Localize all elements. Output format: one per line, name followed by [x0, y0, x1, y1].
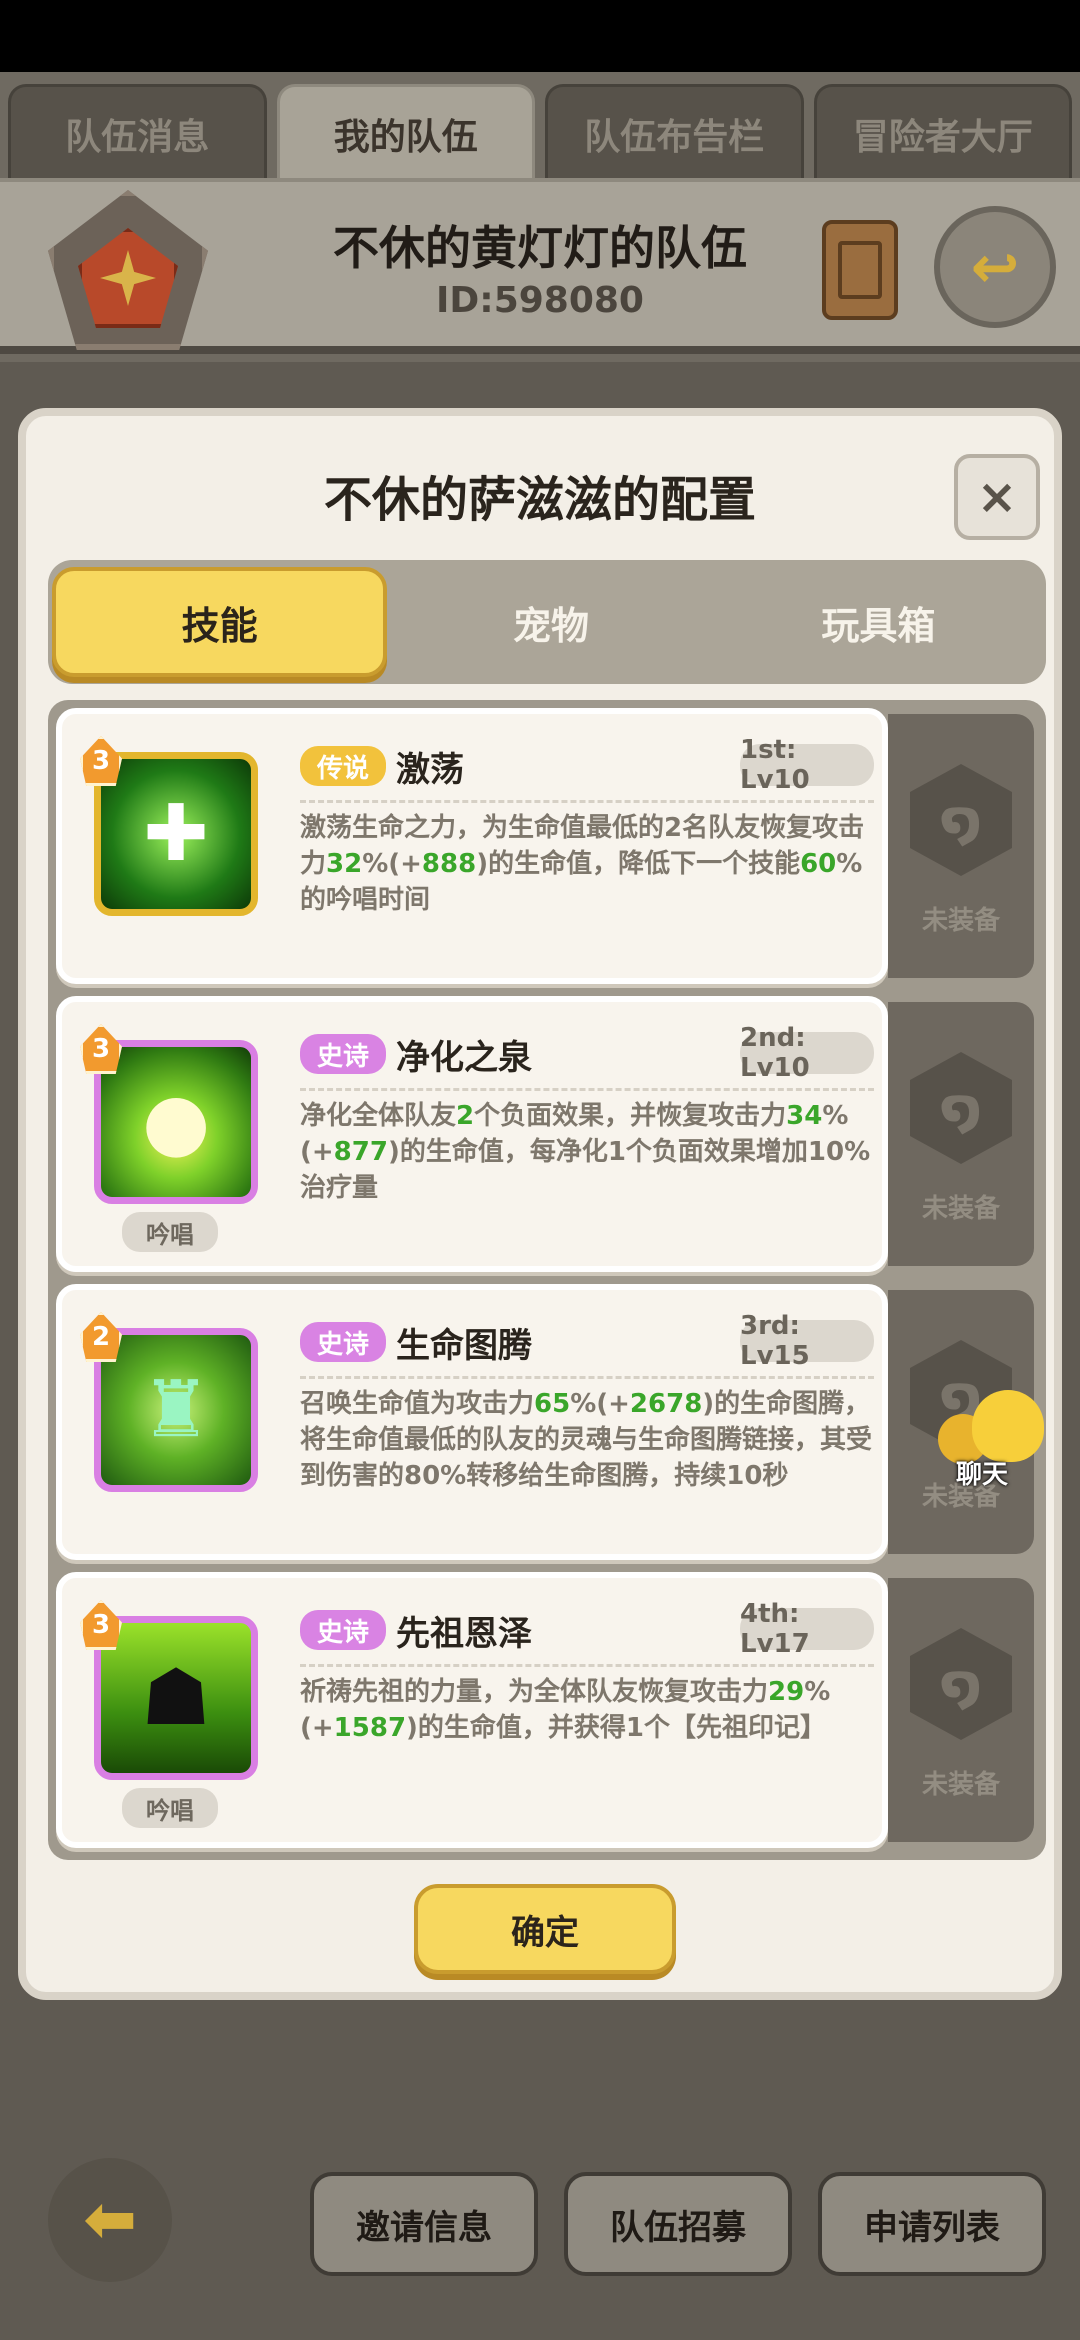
skill-row[interactable]: ☗ 3 吟唱 史诗 先祖恩泽 4th: Lv17 祈祷先祖的力量，为全体队友恢复… [56, 1572, 1038, 1848]
skill-card[interactable]: ♜ 2 史诗 生命图腾 3rd: Lv15 召唤生命值为攻击力65%(+2678… [56, 1284, 888, 1560]
skill-description: 祈祷先祖的力量，为全体队友恢复攻击力29%(+1587)的生命值，并获得1个【先… [300, 1674, 880, 1746]
description-text: %(+ [362, 849, 422, 879]
divider [300, 1376, 874, 1379]
team-id: ID:598080 [436, 280, 644, 321]
chat-button[interactable]: 聊天 [938, 1390, 1058, 1490]
equip-slot[interactable]: ໑ 未装备 [888, 714, 1034, 978]
rarity-tag: 传说 [300, 746, 386, 786]
exit-team-button[interactable]: ↩ [934, 206, 1056, 328]
skill-name: 先祖恩泽 [396, 1614, 532, 1654]
divider [300, 800, 874, 803]
equip-slot[interactable]: ໑ 未装备 [888, 1002, 1034, 1266]
close-button[interactable]: × [954, 454, 1040, 540]
status-bar [0, 0, 1080, 72]
slot-label: 未装备 [921, 906, 1000, 936]
skill-card[interactable]: ● 3 吟唱 史诗 净化之泉 2nd: Lv10 净化全体队友2个负面效果，并恢… [56, 996, 888, 1272]
config-tab-bar: 技能 宠物 玩具箱 [48, 560, 1046, 684]
skill-card[interactable]: ☗ 3 吟唱 史诗 先祖恩泽 4th: Lv17 祈祷先祖的力量，为全体队友恢复… [56, 1572, 888, 1848]
highlight-value: 32 [326, 849, 363, 879]
rarity-tag: 史诗 [300, 1034, 386, 1074]
skill-rank: 2nd: Lv10 [740, 1023, 874, 1083]
highlight-value: 65 [534, 1389, 571, 1419]
totem-icon: ♜ [94, 1328, 258, 1492]
skill-level-badge: 3 [80, 1024, 122, 1074]
droplet-icon: ● [141, 1077, 211, 1167]
description-text: 个负面效果，并恢复攻击力 [474, 1101, 787, 1131]
modal-title: 不休的萨滋滋的配置 [323, 472, 756, 528]
skill-name: 净化之泉 [396, 1038, 532, 1078]
highlight-value: 60 [800, 849, 837, 879]
skill-name: 生命图腾 [396, 1326, 532, 1366]
description-text: %(+ [570, 1389, 630, 1419]
team-name: 不休的黄灯灯的队伍 [333, 221, 747, 275]
tab-team-board[interactable]: 队伍布告栏 [545, 84, 804, 180]
slot-label: 未装备 [921, 1194, 1000, 1224]
skill-description: 召唤生命值为攻击力65%(+2678)的生命图腾，将生命值最低的队友的灵魂与生命… [300, 1386, 880, 1494]
skill-level-badge: 3 [80, 736, 122, 786]
highlight-value: 29 [768, 1677, 805, 1707]
divider [300, 1664, 874, 1667]
highlight-value: 877 [333, 1137, 388, 1167]
chant-tag: 吟唱 [122, 1212, 218, 1252]
spirit-figure-icon: ☗ [141, 1653, 211, 1743]
skill-description: 激荡生命之力，为生命值最低的2名队友恢复攻击力32%(+888)的生命值，降低下… [300, 810, 880, 918]
chat-label: 聊天 [956, 1460, 1009, 1490]
skill-description: 净化全体队友2个负面效果，并恢复攻击力34%(+877)的生命值，每净化1个负面… [300, 1098, 880, 1206]
description-text: 召唤生命值为攻击力 [300, 1389, 535, 1419]
skill-row[interactable]: ♜ 2 史诗 生命图腾 3rd: Lv15 召唤生命值为攻击力65%(+2678… [56, 1284, 1038, 1560]
empty-slot-icon: ໑ [910, 1628, 1012, 1740]
tab-pets[interactable]: 宠物 [387, 567, 714, 677]
rarity-tag: 史诗 [300, 1322, 386, 1362]
skill-row[interactable]: ✚ 3 传说 激荡 1st: Lv10 激荡生命之力，为生命值最低的2名队友恢复… [56, 708, 1038, 984]
skill-row[interactable]: ● 3 吟唱 史诗 净化之泉 2nd: Lv10 净化全体队友2个负面效果，并恢… [56, 996, 1038, 1272]
description-text: 净化全体队友 [300, 1101, 457, 1131]
highlight-value: 888 [421, 849, 477, 879]
highlight-value: 1587 [333, 1713, 407, 1743]
empty-slot-icon: ໑ [910, 1052, 1012, 1164]
highlight-value: 2 [456, 1101, 475, 1131]
top-tab-bar: 队伍消息 我的队伍 队伍布告栏 冒险者大厅 [8, 84, 1072, 180]
confirm-button[interactable]: 确定 [414, 1884, 676, 1974]
tab-toybox[interactable]: 玩具箱 [715, 567, 1042, 677]
skill-name: 激荡 [396, 750, 464, 790]
scroll-icon[interactable] [822, 220, 898, 320]
skill-list: ✚ 3 传说 激荡 1st: Lv10 激荡生命之力，为生命值最低的2名队友恢复… [48, 700, 1046, 1860]
highlight-value: 2678 [629, 1389, 703, 1419]
equip-slot[interactable]: ໑ 未装备 [888, 1578, 1034, 1842]
empty-slot-icon: ໑ [910, 764, 1012, 876]
skill-rank: 1st: Lv10 [740, 735, 874, 795]
highlight-value: 34 [786, 1101, 823, 1131]
description-text: 祈祷先祖的力量，为全体队友恢复攻击力 [300, 1677, 769, 1707]
invite-info-button[interactable]: 邀请信息 [310, 2172, 538, 2276]
tab-skills[interactable]: 技能 [52, 567, 388, 677]
team-recruit-button[interactable]: 队伍招募 [564, 2172, 792, 2276]
team-header: 不休的黄灯灯的队伍 ID:598080 ↩ [0, 178, 1080, 354]
application-list-button[interactable]: 申请列表 [818, 2172, 1046, 2276]
rarity-tag: 史诗 [300, 1610, 386, 1650]
divider [300, 1088, 874, 1091]
spring-drop-icon: ● [94, 1040, 258, 1204]
tab-team-messages[interactable]: 队伍消息 [8, 84, 267, 180]
back-button[interactable]: ⬅ [48, 2158, 172, 2282]
skill-card[interactable]: ✚ 3 传说 激荡 1st: Lv10 激荡生命之力，为生命值最低的2名队友恢复… [56, 708, 888, 984]
tab-adventurer-hall[interactable]: 冒险者大厅 [813, 84, 1072, 180]
chat-mascot-icon [972, 1390, 1044, 1462]
description-text: )的生命值，降低下一个技能 [476, 849, 801, 879]
tab-my-team[interactable]: 我的队伍 [276, 84, 535, 180]
chant-tag: 吟唱 [122, 1788, 218, 1828]
ancestor-spirit-icon: ☗ [94, 1616, 258, 1780]
plus-icon: ✚ [143, 789, 209, 879]
skill-rank: 3rd: Lv15 [740, 1311, 874, 1371]
heart-heal-icon: ✚ [94, 752, 258, 916]
slot-label: 未装备 [921, 1770, 1000, 1800]
skill-rank: 4th: Lv17 [740, 1599, 874, 1659]
description-text: )的生命值，并获得1个【先祖印记】 [406, 1713, 827, 1743]
skill-level-badge: 3 [80, 1600, 122, 1650]
totem-glyph-icon: ♜ [141, 1365, 211, 1455]
config-modal: 不休的萨滋滋的配置 × 技能 宠物 玩具箱 ✚ 3 传说 激荡 1st: Lv1… [18, 408, 1062, 2000]
skill-level-badge: 2 [80, 1312, 122, 1362]
